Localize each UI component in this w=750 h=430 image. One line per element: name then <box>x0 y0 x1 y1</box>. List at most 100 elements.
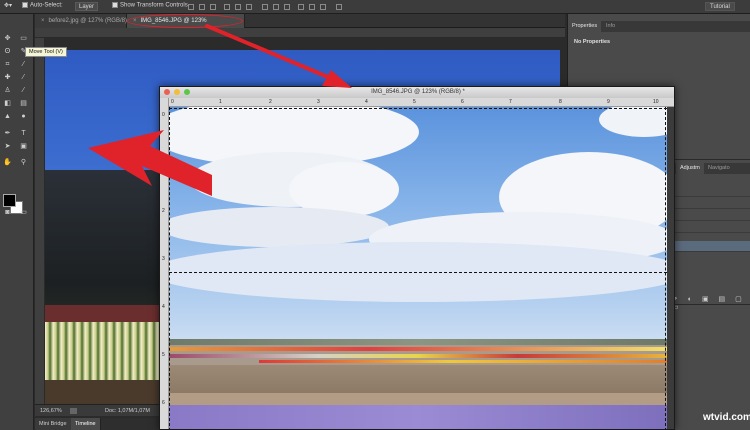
distribute-right-icon[interactable] <box>320 4 326 10</box>
foreground-color-swatch[interactable] <box>3 194 16 207</box>
soil-area <box>45 380 175 404</box>
align-vcenter-icon[interactable] <box>199 4 205 10</box>
quick-mask-icon[interactable]: ◙ <box>3 208 12 217</box>
soil-stripe <box>169 393 667 405</box>
type-tool-icon[interactable]: T <box>19 129 28 138</box>
ruler-tick: 4 <box>365 99 368 105</box>
close-icon[interactable]: × <box>41 18 45 24</box>
auto-select-checkbox[interactable] <box>22 2 28 8</box>
align-top-icon[interactable] <box>188 4 194 10</box>
close-window-button[interactable] <box>164 89 170 95</box>
ruler-tick: 0 <box>162 112 165 118</box>
properties-tab-bar: Properties Info <box>568 21 750 32</box>
pen-tool-icon[interactable]: ✒ <box>3 129 12 138</box>
window-title: IMG_8546.JPG @ 123% (RGB/8) * <box>371 89 465 95</box>
selection-marquee <box>169 107 170 429</box>
tab-navigator[interactable]: Navigato <box>704 163 734 174</box>
tab-label: before2.jpg @ 127% (RGB/8) <box>48 18 127 24</box>
layer-row[interactable] <box>668 210 750 221</box>
eraser-tool-icon[interactable]: ◧ <box>3 99 12 108</box>
ruler-tick: 2 <box>162 208 165 214</box>
options-bar: ✥▾ Auto-Select: Layer Show Transform Con… <box>0 0 750 14</box>
clone-stamp-icon[interactable]: ♙ <box>3 86 12 95</box>
tulip-stripe <box>169 347 667 351</box>
eyedropper-tool-icon[interactable]: ⁄ <box>19 60 28 69</box>
auto-align-icon[interactable] <box>336 4 342 10</box>
ruler-tick: 5 <box>162 352 165 358</box>
show-transform-checkbox[interactable] <box>112 2 118 8</box>
ruler-tick: 8 <box>559 99 562 105</box>
tab-info[interactable]: Info <box>602 21 619 32</box>
zoom-tool-icon[interactable]: ⚲ <box>19 158 28 167</box>
ruler-tick: 4 <box>162 304 165 310</box>
tab-mini-bridge[interactable]: Mini Bridge <box>35 418 72 430</box>
workspace-switcher[interactable]: Tutorial <box>705 2 735 11</box>
distribute-vcenter-icon[interactable] <box>273 4 279 10</box>
brush-tool-icon[interactable]: ⁄ <box>19 73 28 82</box>
hyacinth-stripe <box>169 405 667 429</box>
highlight-ellipse <box>127 14 243 28</box>
ruler-tick: 1 <box>162 160 165 166</box>
align-right-icon[interactable] <box>246 4 252 10</box>
no-properties-label: No Properties <box>574 39 611 45</box>
photoshop-window: ✥▾ Auto-Select: Layer Show Transform Con… <box>0 0 750 430</box>
distribute-top-icon[interactable] <box>262 4 268 10</box>
move-tool-icon[interactable]: ✥ <box>3 34 12 43</box>
history-brush-icon[interactable]: ⁄ <box>19 86 28 95</box>
layer-row[interactable] <box>668 222 750 233</box>
path-select-tool-icon[interactable]: ➤ <box>3 142 12 151</box>
ruler-tick: 2 <box>269 99 272 105</box>
layer-row-selected[interactable] <box>668 241 750 252</box>
layer-row[interactable] <box>668 198 750 209</box>
ruler-vertical <box>35 38 45 404</box>
tulip-stripe <box>169 354 667 358</box>
distribute-hcenter-icon[interactable] <box>309 4 315 10</box>
blur-tool-icon[interactable]: ▲ <box>3 112 12 121</box>
doc-info[interactable]: Doc: 1,07M/1,07M <box>105 408 150 414</box>
lasso-tool-icon[interactable]: ʘ <box>3 47 12 56</box>
minimize-window-button[interactable] <box>174 89 180 95</box>
selection-marquee <box>665 107 666 429</box>
hand-tool-icon[interactable]: ✋ <box>3 158 12 167</box>
distribute-left-icon[interactable] <box>298 4 304 10</box>
distribute-bottom-icon[interactable] <box>284 4 290 10</box>
ruler-tick: 3 <box>162 256 165 262</box>
tab-before2[interactable]: × before2.jpg @ 127% (RGB/8) <box>35 14 127 28</box>
align-bottom-icon[interactable] <box>210 4 216 10</box>
ruler-horizontal <box>35 28 565 38</box>
ruler-tick: 6 <box>162 400 165 406</box>
auto-select-target-dropdown[interactable]: Layer <box>75 2 99 11</box>
crop-tool-icon[interactable]: ⌗ <box>3 60 12 69</box>
marquee-tool-icon[interactable]: ▭ <box>19 34 28 43</box>
watermark: wtvid.com <box>703 412 750 423</box>
tab-timeline[interactable]: Timeline <box>71 418 101 430</box>
floating-document-window[interactable]: IMG_8546.JPG @ 123% (RGB/8) * 0 1 2 3 4 … <box>159 86 675 430</box>
export-icon[interactable] <box>70 408 77 414</box>
move-tool-preset-icon[interactable]: ✥▾ <box>4 2 12 9</box>
document-tab-bar: × before2.jpg @ 127% (RGB/8) × IMG_8546.JP… <box>35 14 565 28</box>
selection-marquee <box>169 272 667 273</box>
layer-actions-icons[interactable]: ⚭ ◐ ▣ ▤ ▢ ▭ <box>672 295 750 311</box>
dodge-tool-icon[interactable]: ● <box>19 112 28 121</box>
screen-mode-icon[interactable]: ▭ <box>19 208 28 217</box>
adjustments-tab-bar: Adjustm Navigato <box>668 163 750 174</box>
gradient-tool-icon[interactable]: ▤ <box>19 99 28 108</box>
healing-brush-icon[interactable]: ✚ <box>3 73 12 82</box>
auto-select-group: Auto-Select: <box>22 2 63 9</box>
move-tool-tooltip: Move Tool (V) <box>25 47 67 57</box>
ruler-tick: 5 <box>413 99 416 105</box>
align-hcenter-icon[interactable] <box>235 4 241 10</box>
tulip-field-photo[interactable] <box>169 107 667 429</box>
layer-row[interactable] <box>668 186 750 197</box>
zoom-level[interactable]: 126,67% <box>40 408 62 414</box>
zoom-window-button[interactable] <box>184 89 190 95</box>
show-transform-group: Show Transform Controls <box>112 2 188 9</box>
tab-adjustments[interactable]: Adjustm <box>676 163 704 174</box>
tab-properties[interactable]: Properties <box>568 21 602 32</box>
ruler-tick: 0 <box>171 99 174 105</box>
ruler-tick: 7 <box>509 99 512 105</box>
cloud <box>169 207 389 247</box>
shape-tool-icon[interactable]: ▣ <box>19 142 28 151</box>
align-left-icon[interactable] <box>224 4 230 10</box>
window-title-bar[interactable]: IMG_8546.JPG @ 123% (RGB/8) * <box>160 87 674 98</box>
